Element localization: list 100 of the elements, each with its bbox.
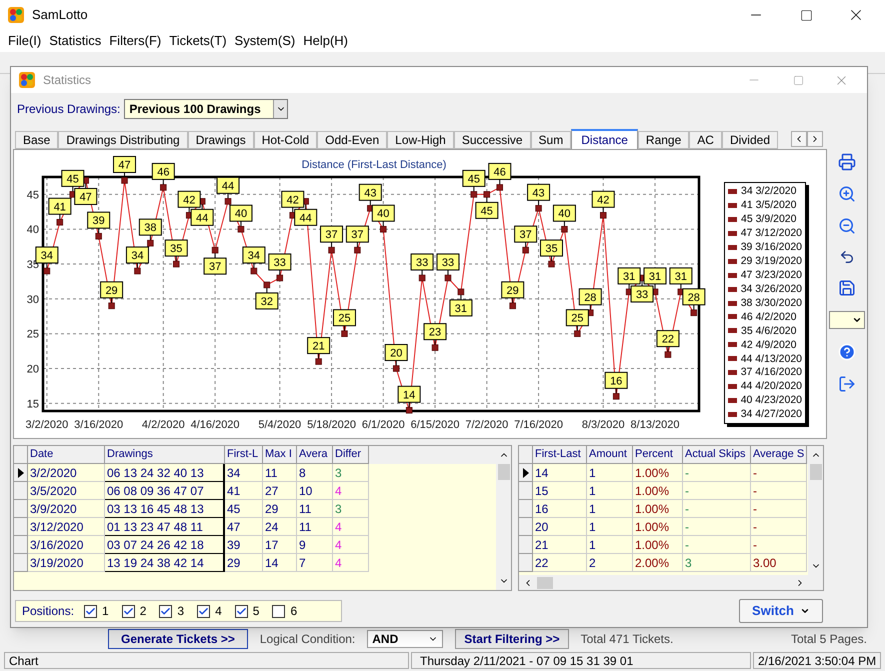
table-cell: 47 <box>225 518 263 536</box>
switch-button[interactable]: Switch <box>739 599 823 623</box>
data-point <box>173 260 180 268</box>
data-label: 29 <box>105 284 118 297</box>
checkbox[interactable] <box>159 604 172 618</box>
checkbox-label: 5 <box>252 603 260 620</box>
scroll-thumb[interactable] <box>810 464 822 480</box>
zoom-in-icon[interactable] <box>838 185 856 203</box>
save-icon[interactable] <box>838 279 856 297</box>
legend-label: 38 3/30/2020 <box>740 298 802 308</box>
data-label: 35 <box>164 240 188 257</box>
menu-item[interactable]: Filters(F) <box>105 31 166 51</box>
vertical-scrollbar[interactable] <box>496 446 511 590</box>
scroll-thumb[interactable] <box>537 576 553 588</box>
data-point <box>535 205 542 212</box>
tab[interactable]: Hot-Cold <box>254 131 318 149</box>
tab-scroll-left[interactable] <box>791 131 807 147</box>
data-label: 33 <box>630 285 654 302</box>
tab[interactable]: Drawings Distributing <box>58 131 188 149</box>
legend-marker-icon <box>728 272 737 278</box>
menu-item[interactable]: Tickets(T) <box>165 31 231 51</box>
column-header[interactable]: Date <box>28 446 105 464</box>
tab[interactable]: Range <box>638 131 690 149</box>
data-point <box>315 358 322 365</box>
legend-label: 44 4/20/2020 <box>740 381 802 392</box>
column-header[interactable]: Avera <box>297 446 333 464</box>
dialog-title: Statistics <box>43 72 92 89</box>
help-icon[interactable] <box>838 343 856 361</box>
scroll-thumb[interactable] <box>498 464 510 480</box>
undo-icon[interactable] <box>839 249 855 265</box>
tab[interactable]: Divided <box>722 131 778 149</box>
column-header[interactable]: Average S <box>751 446 807 464</box>
checkbox[interactable] <box>234 604 248 618</box>
tab[interactable]: Sum <box>530 131 572 149</box>
data-point <box>600 212 606 219</box>
data-label: 44 <box>196 212 208 224</box>
tab-scroll-right[interactable] <box>807 131 823 147</box>
data-point <box>328 246 335 254</box>
menu-item[interactable]: Help(H) <box>299 31 352 51</box>
menu-item[interactable]: System(S) <box>230 31 300 51</box>
table-cell: 1.00% <box>633 482 683 500</box>
table-cell: 3.00 <box>751 554 807 572</box>
tab[interactable]: Successive <box>454 131 531 149</box>
column-header[interactable]: Percent <box>633 446 683 464</box>
legend-label: 41 3/5/2020 <box>741 200 796 211</box>
zoom-out-icon[interactable] <box>838 217 856 235</box>
row-selector[interactable] <box>14 464 28 482</box>
tab[interactable]: Distance <box>571 129 638 149</box>
color-select[interactable] <box>829 311 865 329</box>
column-header[interactable]: Actual Skips <box>683 446 751 464</box>
previous-drawings-select[interactable]: Previous 100 Drawings <box>124 99 288 119</box>
table-cell: 2.00% <box>633 554 683 572</box>
row-selector[interactable] <box>519 464 533 482</box>
data-label: 22 <box>656 330 680 348</box>
checkbox[interactable] <box>122 604 135 618</box>
x-tick-label: 6/1/2020 <box>362 419 405 431</box>
column-header[interactable]: First-L <box>225 446 263 464</box>
column-header[interactable]: First-Last <box>533 446 587 464</box>
table-cell: 27 <box>263 482 297 500</box>
table-cell: - <box>751 518 807 536</box>
tab[interactable]: Odd-Even <box>317 131 388 149</box>
tab[interactable]: Base <box>15 131 58 149</box>
logical-condition-select[interactable]: AND <box>367 630 444 648</box>
vertical-scrollbar[interactable] <box>808 446 823 575</box>
print-icon[interactable] <box>838 153 856 171</box>
data-label: 46 <box>494 166 506 178</box>
x-tick-label: 7/16/2020 <box>514 419 564 431</box>
data-label: 33 <box>442 256 454 269</box>
legend-marker-icon <box>728 412 737 417</box>
data-label: 28 <box>584 292 596 304</box>
tab[interactable]: Drawings <box>188 131 254 149</box>
generate-tickets-button[interactable]: Generate Tickets >> <box>108 629 248 649</box>
checkbox[interactable] <box>197 604 210 618</box>
status-panel: Chart <box>4 652 409 669</box>
data-point <box>470 191 478 198</box>
tab[interactable]: AC <box>689 131 722 149</box>
table-cell: 06 13 24 32 40 13 <box>105 464 225 482</box>
check-icon <box>160 606 172 616</box>
data-label: 40 <box>234 208 248 220</box>
data-label: 42 <box>178 190 201 208</box>
checkbox[interactable] <box>84 604 98 618</box>
tab[interactable]: Low-High <box>387 131 454 149</box>
table-cell: 1 <box>587 518 633 536</box>
table-cell: - <box>751 464 807 482</box>
column-header[interactable]: Differ <box>333 446 369 464</box>
data-label: 45 <box>468 173 480 186</box>
column-header[interactable]: Drawings <box>105 446 225 464</box>
checkbox-label: 3 <box>177 603 184 620</box>
column-header[interactable]: Amount <box>587 446 633 464</box>
checkbox[interactable] <box>272 604 286 618</box>
start-filtering-button[interactable]: Start Filtering >> <box>455 629 569 649</box>
x-tick-label: 4/16/2020 <box>190 419 240 431</box>
menu-item[interactable]: File(I) <box>4 31 46 51</box>
exit-icon[interactable] <box>838 375 856 393</box>
maximize-icon[interactable] <box>800 8 813 22</box>
horizontal-scrollbar[interactable] <box>519 575 823 590</box>
data-label: 40 <box>372 204 395 222</box>
column-header[interactable]: Max I <box>263 446 297 464</box>
menu-item[interactable]: Statistics <box>45 31 106 51</box>
x-tick-label: 5/18/2020 <box>307 419 356 431</box>
